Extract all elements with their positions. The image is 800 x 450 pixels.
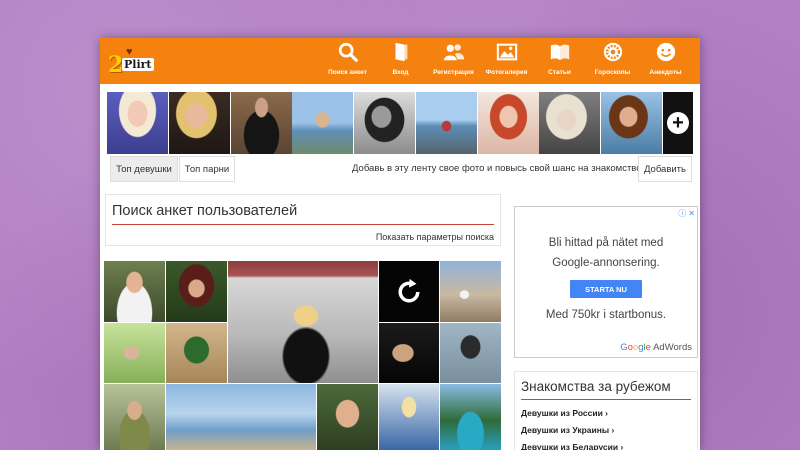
site-logo[interactable]: ♥ 2 Plirt bbox=[108, 44, 164, 78]
gallery-photo-9[interactable] bbox=[104, 384, 165, 450]
ad-text-line-1: Bli hittad på nätet med bbox=[548, 237, 664, 249]
search-divider bbox=[112, 224, 494, 225]
tab-top-girls[interactable]: Топ девушки bbox=[110, 156, 178, 182]
picture-icon bbox=[496, 43, 517, 61]
gallery-photo-6[interactable] bbox=[166, 323, 227, 383]
nav-register[interactable]: Регистрация bbox=[427, 38, 480, 84]
nav-articles[interactable]: Статьи bbox=[533, 38, 586, 84]
gallery-photo-3-large[interactable] bbox=[228, 261, 378, 383]
search-title: Поиск анкет пользователей bbox=[112, 203, 298, 219]
show-search-params-link[interactable]: Показать параметры поиска bbox=[376, 232, 494, 242]
users-icon bbox=[443, 44, 464, 61]
strip-add-button[interactable]: + bbox=[663, 92, 694, 154]
plus-icon: + bbox=[667, 112, 690, 134]
search-panel: Поиск анкет пользователей Показать парам… bbox=[105, 194, 501, 246]
link-girls-russia[interactable]: Девушки из России › bbox=[521, 408, 608, 418]
ad-text-line-3: Med 750kr i startbonus. bbox=[545, 309, 667, 321]
nav-horoscopes[interactable]: Гороскопы bbox=[586, 38, 639, 84]
strip-photo-5[interactable] bbox=[354, 92, 416, 154]
abroad-title: Знакомства за рубежом bbox=[521, 379, 671, 394]
strip-photo-1[interactable] bbox=[107, 92, 168, 154]
strip-photo-3[interactable] bbox=[230, 92, 292, 154]
tab-top-boys[interactable]: Топ парни bbox=[179, 156, 235, 182]
gallery-reload-tile[interactable] bbox=[379, 261, 439, 322]
gallery-photo-12[interactable] bbox=[379, 384, 439, 450]
dating-abroad-panel: Знакомства за рубежом Девушки из России … bbox=[514, 371, 698, 450]
google-adwords-logo: Google AdWords bbox=[620, 342, 692, 353]
smiley-icon bbox=[656, 42, 675, 62]
logo-word: Plirt bbox=[122, 58, 154, 71]
add-photo-button[interactable]: Добавить bbox=[638, 156, 692, 182]
ad-start-button[interactable]: STARTA NU bbox=[570, 280, 642, 298]
nav-search[interactable]: Поиск анкет bbox=[321, 38, 374, 84]
gallery-photo-4[interactable] bbox=[440, 261, 501, 322]
gallery-photo-2[interactable] bbox=[166, 261, 227, 322]
gallery-photo-13[interactable] bbox=[440, 384, 501, 450]
heart-icon: ♥ bbox=[126, 46, 133, 58]
door-icon bbox=[395, 42, 407, 62]
strip-photo-6[interactable] bbox=[415, 92, 477, 154]
ad-choices-icon[interactable]: ⓘ ✕ bbox=[678, 208, 695, 219]
abroad-divider bbox=[521, 399, 691, 400]
book-icon bbox=[550, 44, 569, 61]
browser-page: ♥ 2 Plirt Поиск анкет Вход Регистрация Ф… bbox=[100, 38, 700, 450]
strip-photo-4[interactable] bbox=[292, 92, 354, 154]
gallery-photo-5[interactable] bbox=[104, 323, 165, 383]
strip-photo-2[interactable] bbox=[168, 92, 230, 154]
nav-login[interactable]: Вход bbox=[374, 38, 427, 84]
link-girls-ukraine[interactable]: Девушки из Украины › bbox=[521, 425, 614, 435]
google-ad-banner[interactable]: ⓘ ✕ Bli hittad på nätet med Google-annons… bbox=[514, 206, 698, 358]
strip-photo-7[interactable] bbox=[477, 92, 539, 154]
user-photo-gallery bbox=[104, 261, 501, 450]
promo-text: Добавь в эту ленту свое фото и повысь св… bbox=[352, 163, 645, 174]
gallery-photo-1[interactable] bbox=[104, 261, 165, 322]
gallery-photo-8[interactable] bbox=[440, 323, 501, 383]
site-header: ♥ 2 Plirt Поиск анкет Вход Регистрация Ф… bbox=[100, 38, 700, 84]
top-photo-strip: + bbox=[107, 92, 694, 154]
strip-photo-9[interactable] bbox=[601, 92, 663, 154]
search-icon bbox=[338, 42, 358, 62]
link-girls-belarus[interactable]: Девушки из Беларусии › bbox=[521, 442, 623, 450]
gallery-photo-10-wide[interactable] bbox=[166, 384, 316, 450]
nav-jokes[interactable]: Анекдоты bbox=[639, 38, 692, 84]
zodiac-icon bbox=[603, 42, 622, 62]
ad-text-line-2: Google-annonsering. bbox=[552, 257, 660, 269]
gallery-photo-7[interactable] bbox=[379, 323, 439, 383]
main-nav: Поиск анкет Вход Регистрация Фотогалерея… bbox=[321, 38, 692, 84]
strip-photo-8[interactable] bbox=[539, 92, 601, 154]
nav-gallery[interactable]: Фотогалерея bbox=[480, 38, 533, 84]
gallery-photo-11[interactable] bbox=[317, 384, 378, 450]
reload-icon bbox=[398, 278, 420, 302]
strip-tabs-row: Топ девушки Топ парни Добавь в эту ленту… bbox=[110, 156, 692, 182]
